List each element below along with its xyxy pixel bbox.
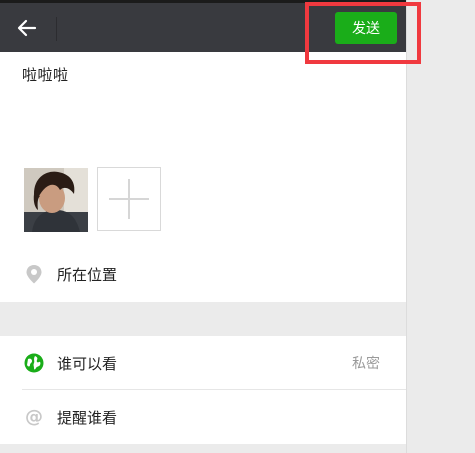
visibility-value: 私密	[352, 356, 380, 372]
location-pin-icon	[26, 265, 42, 284]
location-row[interactable]: 所在位置	[0, 247, 406, 301]
mention-row[interactable]: @ 提醒谁看	[0, 390, 406, 444]
topbar-divider	[56, 17, 57, 41]
location-label: 所在位置	[57, 265, 118, 284]
send-button[interactable]: 发送	[335, 12, 397, 44]
moments-compose-screen: 发送 啦啦啦 所在位置 谁可以看 私密 @ 提醒谁看	[0, 0, 406, 453]
arrow-left-icon	[17, 19, 37, 37]
mention-label: 提醒谁看	[57, 408, 118, 427]
add-photo-button[interactable]	[97, 167, 161, 231]
photo-thumbnail[interactable]	[24, 168, 88, 232]
plus-icon	[109, 179, 149, 219]
back-button[interactable]	[10, 11, 44, 45]
bottom-divider	[0, 444, 406, 453]
at-icon: @	[25, 407, 43, 427]
visibility-label: 谁可以看	[57, 354, 118, 373]
portrait-image	[24, 168, 88, 232]
top-bar: 发送	[0, 0, 406, 52]
visibility-row[interactable]: 谁可以看 私密	[0, 336, 406, 390]
post-text-input[interactable]: 啦啦啦	[22, 64, 69, 85]
svg-text:@: @	[25, 407, 43, 427]
section-divider	[0, 302, 406, 336]
globe-icon	[24, 353, 44, 373]
background-area	[406, 0, 475, 453]
